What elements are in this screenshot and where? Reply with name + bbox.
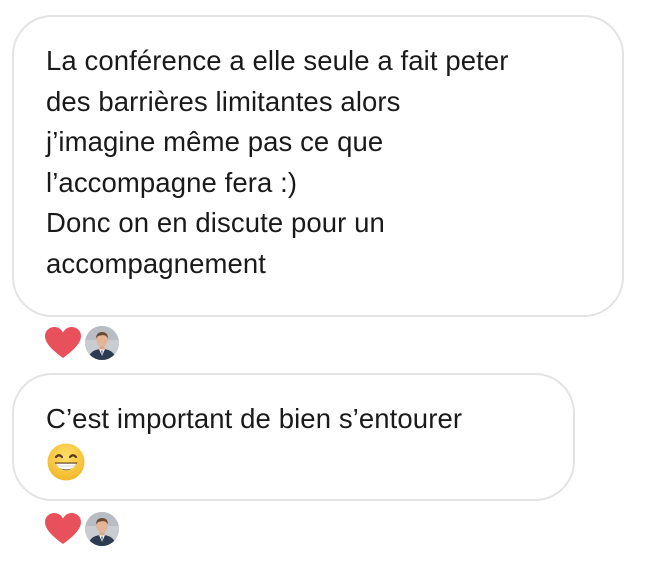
heart-icon[interactable] — [44, 512, 82, 546]
message-text-line: C’est important de bien s’entourer — [46, 403, 463, 434]
message-text-line: La conférence a elle seule a fait peter — [46, 45, 509, 76]
avatar[interactable] — [85, 512, 119, 546]
message-text-line: Donc on en discute pour un — [46, 207, 385, 238]
message-text-line: des barrières limitantes alors — [46, 85, 401, 117]
grinning-face-with-smiling-eyes-icon — [47, 443, 85, 480]
message-bubble[interactable]: La conférence a elle seule a fait peter … — [12, 15, 624, 317]
message-text-line: l’accompagne fera :) — [46, 166, 298, 198]
message-bubble[interactable]: C’est important de bien s’entourer — [12, 373, 575, 501]
message-text-line: accompagnement — [46, 247, 267, 279]
avatar[interactable] — [85, 326, 119, 360]
message-reactions[interactable] — [44, 325, 119, 361]
message-text-line: j’imagine même pas ce que — [46, 126, 384, 157]
message-reactions[interactable] — [44, 511, 119, 547]
heart-icon[interactable] — [44, 326, 82, 360]
